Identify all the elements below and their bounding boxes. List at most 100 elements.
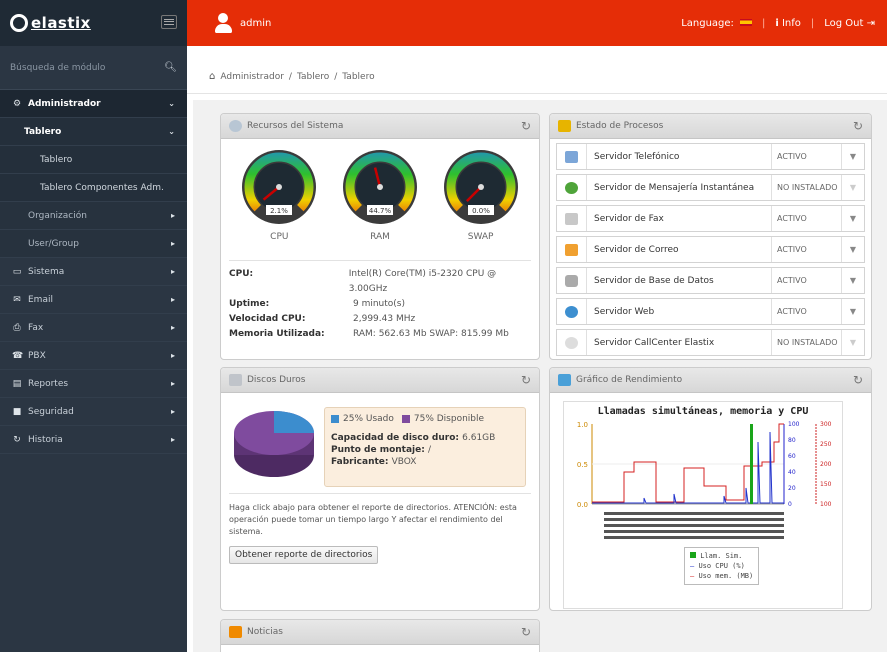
panel-procesos: Estado de Procesos ↻ Servidor Telefónico… [549, 113, 872, 360]
logout-link[interactable]: Log Out ⇥ [824, 18, 875, 29]
gauge-value: 0.0% [472, 207, 490, 215]
monitor-icon: ▭ [12, 266, 22, 277]
gauge-label: CPU [270, 232, 289, 242]
refresh-icon[interactable]: ↻ [853, 373, 863, 387]
logo-text[interactable]: elastix [31, 14, 91, 32]
module-search[interactable]: Búsqueda de módulo 🔍︎ [0, 46, 187, 90]
panel-discos: Discos Duros ↻ 25% Usado 75% Disponible … [220, 367, 540, 611]
dashboard-content: Recursos del Sistema ↻ 2.1% CPU 44.7% RA… [193, 100, 887, 652]
status-badge: NO INSTALADO [772, 175, 842, 200]
sidebar-item-user-group[interactable]: User/Group ▸ [0, 230, 187, 258]
gear-icon: ⚙ [12, 98, 22, 109]
directory-report-button[interactable]: Obtener reporte de directorios [229, 546, 379, 564]
search-icon[interactable]: 🔍︎ [164, 62, 177, 73]
chevron-right-icon: ▸ [170, 351, 175, 360]
chevron-down-icon[interactable]: ▼ [842, 245, 864, 254]
refresh-icon[interactable]: ↻ [521, 373, 531, 387]
search-input[interactable]: Búsqueda de módulo [10, 63, 105, 73]
traffic-light-icon [558, 120, 571, 132]
y-tick-left: 1.0 [577, 421, 588, 429]
chevron-down-icon[interactable]: ▼ [842, 214, 864, 223]
status-badge: ACTIVO [772, 299, 842, 324]
info-row: Uptime: 9 minuto(s) [229, 299, 406, 309]
home-icon[interactable]: ⌂ [209, 71, 215, 82]
calls-series-bar [750, 424, 753, 504]
legend-swatch [690, 552, 696, 558]
refresh-icon[interactable]: ↻ [853, 119, 863, 133]
logo-bar: elastix [0, 0, 187, 46]
language-selector[interactable]: Language: [681, 18, 752, 29]
sidebar: elastix Búsqueda de módulo 🔍︎ ⚙ Administr… [0, 0, 187, 652]
gauge-label: RAM [370, 232, 390, 242]
info-icon: i [775, 17, 779, 29]
breadcrumb: ⌂ Administrador / Tablero / Tablero [187, 60, 887, 94]
sidebar-item-tablero-group[interactable]: Tablero ⌄ [0, 118, 187, 146]
report-icon: ▤ [12, 378, 22, 389]
sidebar-item-organizacion[interactable]: Organización ▸ [0, 202, 187, 230]
sidebar-item-seguridad[interactable]: ■ Seguridad ▸ [0, 398, 187, 426]
y-tick-left: 0.5 [577, 461, 588, 469]
username: admin [240, 17, 272, 29]
gauge-swap: 0.0% SWAP [441, 147, 521, 242]
y-tick-mid: 20 [788, 485, 796, 492]
lock-icon: ■ [12, 406, 22, 417]
status-badge: ACTIVO [772, 268, 842, 293]
panel-header: Estado de Procesos ↻ [550, 114, 871, 139]
chevron-right-icon: ▸ [170, 295, 175, 304]
panel-rendimiento: Gráfico de Rendimiento ↻ Llamadas simult… [549, 367, 872, 611]
phone-icon: ☎ [12, 350, 24, 361]
cpu-gauge-dial: 2.1% [242, 150, 317, 224]
rss-icon [229, 626, 242, 638]
status-badge: ACTIVO [772, 237, 842, 262]
disk-info-box: 25% Usado 75% Disponible Capacidad de di… [324, 407, 526, 487]
gauge-row: 2.1% CPU 44.7% RAM 0.0% SWAP [221, 139, 539, 242]
disk-report-note: Haga click abajo para obtener el reporte… [229, 493, 531, 538]
chevron-down-icon[interactable]: ▼ [842, 307, 864, 316]
gauge-cpu: 2.1% CPU [239, 147, 319, 242]
breadcrumb-item[interactable]: Tablero [297, 72, 329, 82]
process-row: Servidor de Fax ACTIVO ▼ [556, 205, 865, 232]
history-icon: ↻ [13, 434, 21, 445]
process-row: Servidor de Correo ACTIVO ▼ [556, 236, 865, 263]
user-menu[interactable]: admin [215, 13, 271, 33]
sidebar-item-pbx[interactable]: ☎ PBX ▸ [0, 342, 187, 370]
sidebar-item-historia[interactable]: ↻ Historia ▸ [0, 426, 187, 454]
y-tick-mid: 0 [788, 501, 792, 508]
status-badge: ACTIVO [772, 144, 842, 169]
chevron-down-icon[interactable]: ▼ [842, 276, 864, 285]
mail-icon [557, 237, 587, 262]
disk-body: 25% Usado 75% Disponible Capacidad de di… [221, 393, 539, 493]
sidebar-item-tablero[interactable]: Tablero [0, 146, 187, 174]
chevron-right-icon: ▸ [170, 379, 175, 388]
chat-icon [557, 175, 587, 200]
sidebar-item-fax[interactable]: ⎙ Fax ▸ [0, 314, 187, 342]
logout-icon: ⇥ [866, 17, 875, 29]
sidebar-item-tablero-componentes[interactable]: Tablero Componentes Adm. [0, 174, 187, 202]
y-tick-right: 150 [820, 481, 832, 488]
chevron-down-icon[interactable]: ▼ [842, 152, 864, 161]
y-tick-mid: 100 [788, 421, 800, 428]
system-info-table: CPU: Intel(R) Core(TM) i5-2320 CPU @ 3.00… [229, 260, 531, 342]
sidebar-item-sistema[interactable]: ▭ Sistema ▸ [0, 258, 187, 286]
chevron-right-icon: ▸ [170, 323, 175, 332]
sidebar-item-email[interactable]: ✉ Email ▸ [0, 286, 187, 314]
memory-series-line [592, 423, 784, 503]
chevron-right-icon: ▸ [170, 267, 175, 276]
y-tick-right: 200 [820, 461, 832, 468]
y-tick-mid: 40 [788, 469, 796, 476]
refresh-icon[interactable]: ↻ [521, 625, 531, 639]
used-slice [274, 411, 314, 433]
globe-icon [557, 299, 587, 324]
sidebar-item-reportes[interactable]: ▤ Reportes ▸ [0, 370, 187, 398]
menu-toggle-icon[interactable] [161, 15, 177, 29]
info-link[interactable]: i Info [775, 18, 801, 29]
y-tick-left: 0.0 [577, 501, 588, 509]
chart-icon [558, 374, 571, 386]
sidebar-item-administrador[interactable]: ⚙ Administrador ⌄ [0, 90, 187, 118]
free-swatch [401, 415, 410, 423]
refresh-icon[interactable]: ↻ [521, 119, 531, 133]
breadcrumb-item[interactable]: Administrador [220, 72, 284, 82]
ram-gauge-dial: 44.7% [342, 150, 417, 224]
x-tick-labels [604, 512, 784, 539]
y-tick-right: 300 [820, 421, 832, 428]
